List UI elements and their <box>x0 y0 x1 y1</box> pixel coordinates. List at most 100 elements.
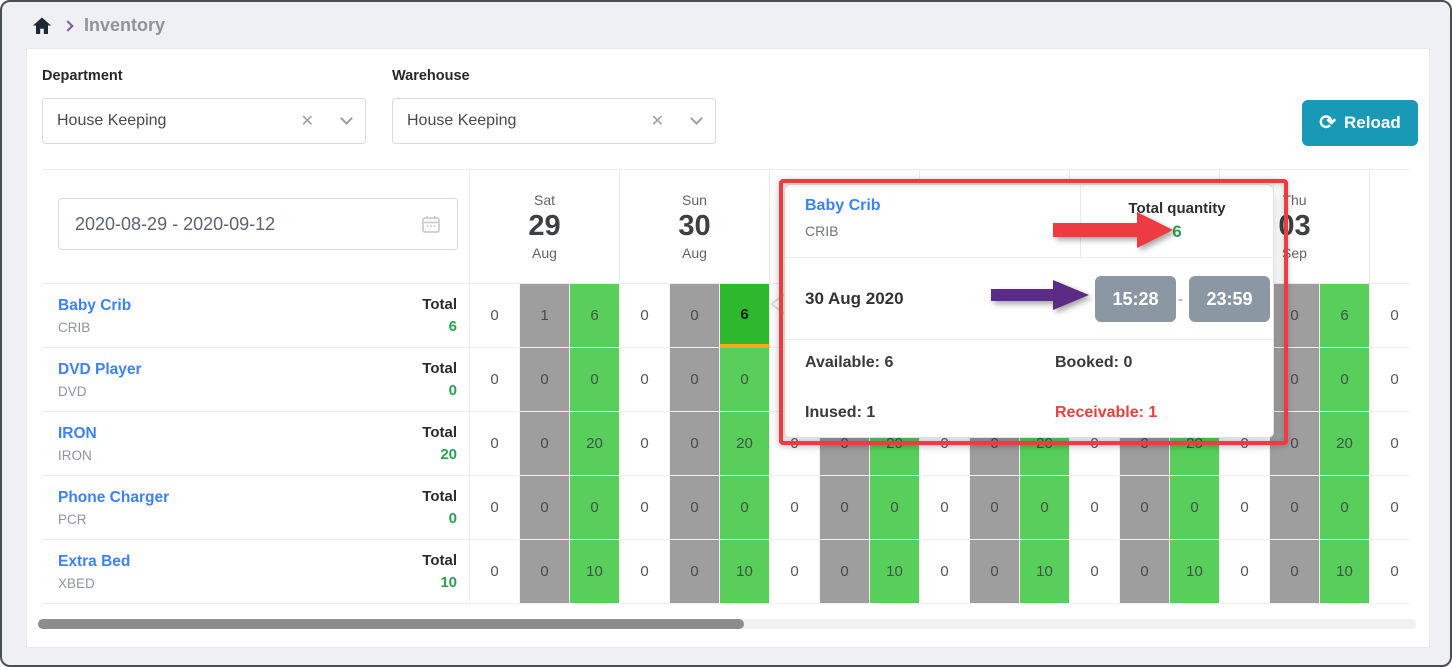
inventory-cell[interactable]: 0 <box>520 540 570 604</box>
chevron-down-icon[interactable] <box>690 112 703 125</box>
inventory-cell[interactable]: 0 <box>1220 476 1270 540</box>
inventory-cell[interactable]: 10 <box>720 540 770 604</box>
item-link[interactable]: DVD Player <box>58 361 142 379</box>
inventory-cell[interactable]: 0 <box>1120 540 1170 604</box>
inventory-cell[interactable]: 10 <box>1320 540 1370 604</box>
time-from-badge: 15:28 <box>1095 276 1176 322</box>
breadcrumb: Inventory <box>32 15 165 36</box>
inventory-cell[interactable]: 0 <box>1120 476 1170 540</box>
inventory-cell[interactable]: 0 <box>570 348 620 412</box>
inventory-cell[interactable]: 0 <box>520 476 570 540</box>
item-link[interactable]: Phone Charger <box>58 489 169 507</box>
inventory-cell[interactable]: 0 <box>1370 540 1410 604</box>
inventory-cell[interactable]: 20 <box>570 412 620 476</box>
inventory-cell[interactable]: 10 <box>870 540 920 604</box>
clear-icon[interactable]: ✕ <box>651 111 664 131</box>
inventory-cell[interactable]: 0 <box>1320 348 1370 412</box>
day-group: 0010 <box>1070 540 1220 604</box>
inventory-cell[interactable]: 0 <box>770 540 820 604</box>
item-link[interactable]: Baby Crib <box>58 297 131 315</box>
inventory-cell[interactable]: 0 <box>670 284 720 348</box>
inventory-cell[interactable]: 0 <box>1070 476 1120 540</box>
inventory-cell[interactable]: 0 <box>820 476 870 540</box>
inventory-cell[interactable]: 6 <box>1320 284 1370 348</box>
inventory-cell[interactable]: 0 <box>1270 540 1320 604</box>
inventory-cell[interactable]: 0 <box>1270 284 1320 348</box>
inventory-cell[interactable]: 0 <box>920 540 970 604</box>
inventory-cell[interactable]: 0 <box>1270 412 1320 476</box>
home-icon[interactable] <box>32 16 52 36</box>
inventory-cell[interactable]: 0 <box>520 412 570 476</box>
inventory-cell[interactable]: 0 <box>470 540 520 604</box>
inventory-cell[interactable]: 0 <box>670 476 720 540</box>
inventory-cell[interactable]: 0 <box>620 412 670 476</box>
item-link[interactable]: IRON <box>58 425 97 443</box>
inventory-cell[interactable]: 0 <box>920 476 970 540</box>
inventory-cell[interactable]: 0 <box>1370 284 1410 348</box>
inventory-cell[interactable]: 0 <box>1370 412 1410 476</box>
inventory-cell[interactable]: 0 <box>1020 476 1070 540</box>
inventory-cell[interactable]: 20 <box>720 412 770 476</box>
total-label: Total <box>422 488 457 505</box>
item-code: PCR <box>58 512 169 527</box>
calendar-row: 0010001000100010001000100 <box>470 540 1410 604</box>
date-range-cell: 2020-08-29 - 2020-09-12 <box>42 170 469 284</box>
inventory-cell[interactable]: 0 <box>520 348 570 412</box>
reload-button[interactable]: ⟳ Reload <box>1302 100 1418 146</box>
inventory-cell[interactable]: 0 <box>1270 348 1320 412</box>
calendar-row: 0000000000000000000 <box>470 476 1410 540</box>
inventory-cell[interactable]: 1 <box>520 284 570 348</box>
horizontal-scrollbar-thumb[interactable] <box>38 619 744 629</box>
item-row: IRONIRONTotal20 <box>42 412 469 476</box>
inventory-cell[interactable]: 0 <box>470 284 520 348</box>
inventory-cell[interactable]: 0 <box>670 412 720 476</box>
inventory-cell[interactable]: 0 <box>620 348 670 412</box>
inventory-cell[interactable]: 0 <box>870 476 920 540</box>
item-code: CRIB <box>58 320 131 335</box>
department-select[interactable]: House Keeping ✕ <box>42 98 366 144</box>
inventory-cell[interactable]: 0 <box>470 476 520 540</box>
inventory-cell[interactable]: 0 <box>1370 348 1410 412</box>
inventory-cell[interactable]: 0 <box>770 476 820 540</box>
inventory-cell[interactable]: 0 <box>820 540 870 604</box>
day-month: Aug <box>532 245 557 261</box>
inventory-cell[interactable]: 0 <box>1320 476 1370 540</box>
inventory-cell[interactable]: 0 <box>620 540 670 604</box>
inventory-cell[interactable]: 0 <box>1270 476 1320 540</box>
horizontal-scrollbar-track[interactable] <box>38 619 1416 629</box>
inventory-cell[interactable]: 0 <box>570 476 620 540</box>
inventory-cell[interactable]: 10 <box>570 540 620 604</box>
inventory-cell[interactable]: 0 <box>1220 540 1270 604</box>
inventory-cell[interactable]: 0 <box>670 540 720 604</box>
popup-time-section: 30 Aug 2020 15:28 - 23:59 <box>785 258 1273 340</box>
popup-item-link[interactable]: Baby Crib <box>805 197 881 215</box>
inventory-cell[interactable]: 20 <box>1320 412 1370 476</box>
inventory-cell[interactable]: 10 <box>1170 540 1220 604</box>
inventory-cell[interactable]: 6 <box>720 284 770 348</box>
warehouse-select[interactable]: House Keeping ✕ <box>392 98 716 144</box>
total-value: 0 <box>422 382 457 399</box>
refresh-icon: ⟳ <box>1319 113 1336 133</box>
inventory-cell[interactable]: 0 <box>720 476 770 540</box>
popup-stats-section: Available: 6 Booked: 0 Inused: 1 Receiva… <box>785 340 1273 437</box>
date-range-input[interactable]: 2020-08-29 - 2020-09-12 <box>58 198 458 250</box>
inventory-cell[interactable]: 0 <box>970 540 1020 604</box>
inventory-cell[interactable]: 0 <box>970 476 1020 540</box>
chevron-down-icon[interactable] <box>340 112 353 125</box>
day-group: 0 <box>1370 412 1410 476</box>
item-link[interactable]: Extra Bed <box>58 553 130 571</box>
inventory-cell[interactable]: 10 <box>1020 540 1070 604</box>
total-value: 0 <box>422 510 457 527</box>
inventory-cell[interactable]: 0 <box>620 476 670 540</box>
inventory-cell[interactable]: 0 <box>620 284 670 348</box>
inventory-cell[interactable]: 0 <box>470 348 520 412</box>
day-group: 0 <box>1370 284 1410 348</box>
inventory-cell[interactable]: 0 <box>720 348 770 412</box>
inventory-cell[interactable]: 0 <box>1170 476 1220 540</box>
inventory-cell[interactable]: 0 <box>1070 540 1120 604</box>
inventory-cell[interactable]: 6 <box>570 284 620 348</box>
inventory-cell[interactable]: 0 <box>1370 476 1410 540</box>
inventory-cell[interactable]: 0 <box>470 412 520 476</box>
inventory-cell[interactable]: 0 <box>670 348 720 412</box>
clear-icon[interactable]: ✕ <box>301 111 314 131</box>
